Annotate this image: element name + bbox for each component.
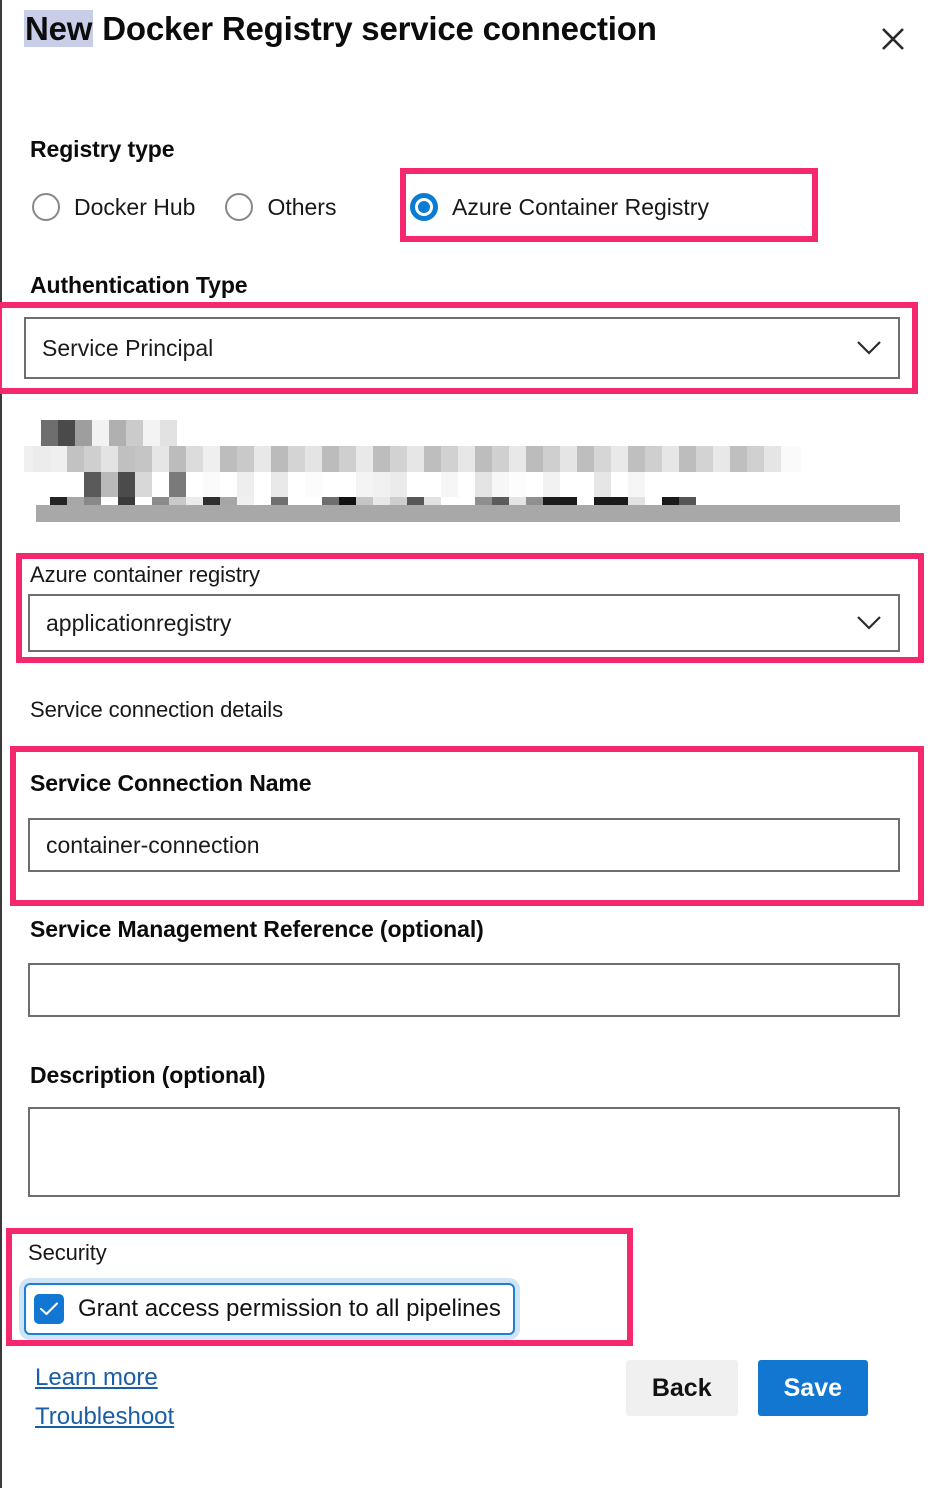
- radio-unchecked-icon: [32, 193, 60, 221]
- chevron-down-icon: [856, 615, 882, 631]
- registry-type-radio-group: Docker Hub Others: [32, 185, 336, 229]
- title-rest: Docker Registry service connection: [93, 10, 657, 47]
- troubleshoot-link[interactable]: Troubleshoot: [35, 1397, 174, 1436]
- close-button[interactable]: [872, 18, 914, 60]
- radio-docker-hub[interactable]: Docker Hub: [32, 185, 195, 229]
- security-label: Security: [28, 1240, 107, 1265]
- close-icon: [880, 26, 906, 52]
- azure-container-registry-select[interactable]: applicationregistry: [28, 594, 900, 652]
- radio-others[interactable]: Others: [225, 185, 336, 229]
- dialog-header: New Docker Registry service connection: [24, 8, 904, 50]
- service-connection-name-input[interactable]: container-connection: [28, 818, 900, 872]
- radio-checked-icon: [410, 193, 438, 221]
- redacted-underline-bar: [36, 505, 900, 522]
- title-selected-word: New: [24, 10, 94, 47]
- authentication-type-select[interactable]: Service Principal: [24, 317, 900, 379]
- learn-more-link[interactable]: Learn more: [35, 1358, 174, 1397]
- redacted-content-block: [24, 420, 917, 522]
- service-connection-details-label: Service connection details: [30, 697, 283, 722]
- service-connection-name-label: Service Connection Name: [30, 770, 312, 796]
- save-button[interactable]: Save: [757, 1360, 868, 1416]
- page-title: New Docker Registry service connection: [24, 8, 664, 50]
- footer-links: Learn more Troubleshoot: [35, 1358, 174, 1436]
- description-input[interactable]: [28, 1107, 900, 1197]
- new-docker-registry-service-connection-dialog: New Docker Registry service connection R…: [0, 0, 942, 1488]
- radio-azure-container-registry[interactable]: Azure Container Registry: [410, 185, 709, 229]
- check-icon: [34, 1294, 64, 1324]
- description-label: Description (optional): [30, 1062, 266, 1088]
- dialog-actions: Back Save: [625, 1360, 868, 1416]
- azure-container-registry-value: applicationregistry: [46, 609, 232, 636]
- authentication-type-value: Service Principal: [42, 334, 214, 361]
- grant-access-checkbox[interactable]: Grant access permission to all pipelines: [24, 1283, 515, 1335]
- grant-access-checkbox-label: Grant access permission to all pipelines: [78, 1295, 501, 1322]
- radio-azure-container-registry-label: Azure Container Registry: [452, 193, 709, 220]
- chevron-down-icon: [856, 340, 882, 356]
- radio-docker-hub-label: Docker Hub: [74, 193, 196, 220]
- service-management-reference-input[interactable]: [28, 963, 900, 1017]
- authentication-type-label: Authentication Type: [30, 272, 248, 298]
- service-connection-name-value: container-connection: [46, 831, 260, 858]
- azure-container-registry-label: Azure container registry: [30, 562, 260, 587]
- radio-others-label: Others: [267, 193, 337, 220]
- service-management-reference-label: Service Management Reference (optional): [30, 916, 484, 942]
- radio-unchecked-icon: [225, 193, 254, 221]
- back-button[interactable]: Back: [625, 1360, 738, 1416]
- registry-type-label: Registry type: [30, 136, 175, 162]
